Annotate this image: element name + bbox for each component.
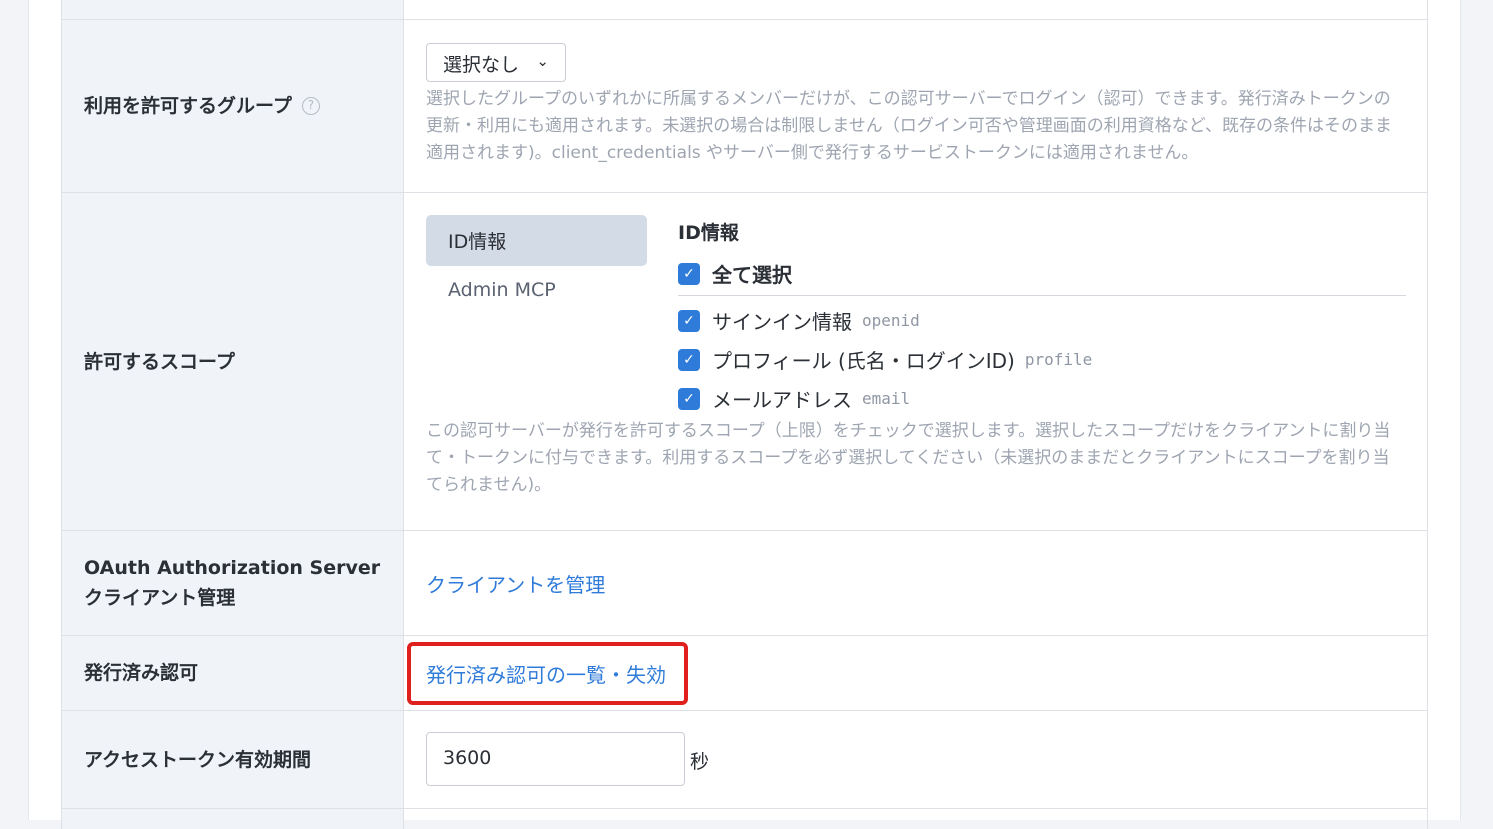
grants-list-link[interactable]: 発行済み認可の一覧・失効: [426, 659, 666, 688]
scope-tab-admin-mcp[interactable]: Admin MCP: [426, 267, 647, 318]
checkbox-checked-icon: ✓: [678, 348, 700, 371]
divider: [678, 295, 1406, 296]
scopes-label: 許可するスコープ: [62, 193, 404, 530]
scope-checkbox-openid[interactable]: ✓ サインイン情報 openid: [678, 306, 920, 335]
table-row: 許可するスコープ ID情報 Admin MCP ID情報 ✓ 全て選択 ✓ サイ…: [62, 193, 1427, 531]
checkbox-checked-icon: ✓: [678, 309, 700, 332]
table-row: アクセストークン有効期間 3600 秒: [62, 711, 1427, 809]
checkbox-checked-icon: ✓: [678, 262, 700, 285]
manage-clients-link[interactable]: クライアントを管理: [426, 569, 605, 598]
groups-label: 利用を許可するグループ ?: [62, 20, 404, 192]
chevron-down-icon: ⌄: [536, 52, 549, 70]
table-row: 発行済み認可 発行済み認可の一覧・失効: [62, 636, 1427, 711]
access-token-lifetime-input[interactable]: 3600: [426, 732, 685, 786]
seconds-unit: 秒: [690, 751, 710, 773]
table-row: [62, 0, 1427, 20]
access-token-label: アクセストークン有効期間: [62, 711, 404, 808]
settings-table: 利用を許可するグループ ? 選択なし ⌄ 選択したグループのいずれかに所属するメ…: [61, 0, 1428, 829]
table-row: [62, 809, 1427, 829]
scope-checkbox-profile[interactable]: ✓ プロフィール (氏名・ログインID) profile: [678, 345, 1092, 374]
help-icon[interactable]: ?: [301, 97, 320, 115]
checkbox-checked-icon: ✓: [678, 387, 700, 410]
scope-section-title: ID情報: [678, 222, 739, 244]
table-row: 利用を許可するグループ ? 選択なし ⌄ 選択したグループのいずれかに所属するメ…: [62, 20, 1427, 193]
clients-label: OAuth Authorization Server クライアント管理: [62, 531, 404, 635]
select-all-checkbox[interactable]: ✓ 全て選択: [678, 259, 792, 288]
table-row: OAuth Authorization Server クライアント管理 クライア…: [62, 531, 1427, 636]
groups-help-text: 選択したグループのいずれかに所属するメンバーだけが、この認可サーバーでログイン（…: [426, 89, 1392, 163]
grants-label: 発行済み認可: [62, 636, 404, 710]
scope-checkbox-email[interactable]: ✓ メールアドレス email: [678, 384, 910, 413]
scope-tab-id-info[interactable]: ID情報: [426, 215, 647, 266]
scopes-help-text: この認可サーバーが発行を許可するスコープ（上限）をチェックで選択します。選択した…: [426, 421, 1391, 495]
groups-select[interactable]: 選択なし ⌄: [426, 43, 566, 82]
